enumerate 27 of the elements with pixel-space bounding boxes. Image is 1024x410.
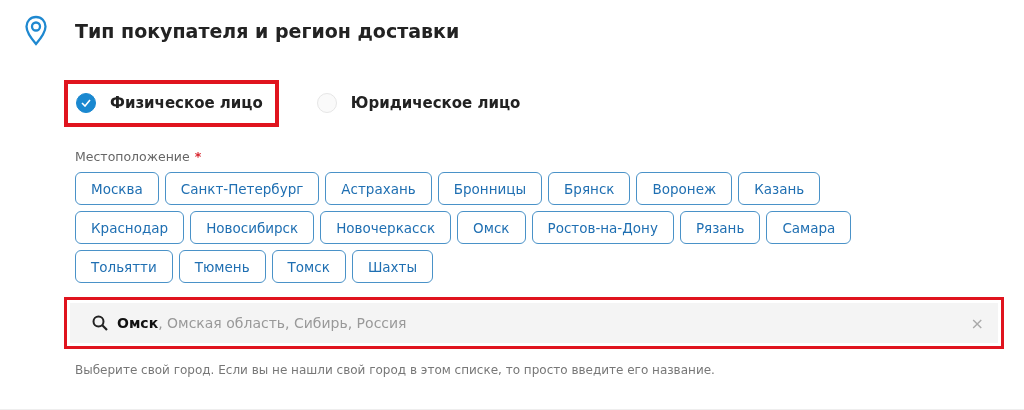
search-icon [92,315,108,331]
city-chip[interactable]: Воронеж [636,172,733,205]
radio-option[interactable]: Юридическое лицо [316,93,521,113]
location-pin-icon [24,15,48,47]
city-chip[interactable]: Казань [738,172,821,205]
hint-text: Выберите свой город. Если вы не нашли свой город в этом списке, то просто введите его название. [75,363,716,377]
section-title: Тип покупателя и регион доставки [75,20,460,42]
field-label: Местоположение [75,149,190,164]
required-mark: * [194,149,202,164]
city-chip[interactable]: Омск [457,211,526,244]
city-chip[interactable]: Новосибирск [190,211,315,244]
radio-option[interactable]: Физическое лицо [76,93,263,113]
city-chip[interactable]: Ростов-на-Дону [531,211,674,244]
city-chip[interactable]: Шахты [351,250,434,283]
city-chip[interactable]: Тюмень [178,250,266,283]
city-chip[interactable]: Рязань [679,211,761,244]
city-chip[interactable]: Краснодар [75,211,185,244]
city-chip[interactable]: Брянск [548,172,631,205]
city-chip[interactable]: Санкт-Петербург [164,172,320,205]
city-chip[interactable]: Новочеркасск [320,211,452,244]
search-field[interactable]: Омск, Омская область, Сибирь, Россия × [70,303,998,343]
city-chip[interactable]: Бронницы [437,172,543,205]
city-chip[interactable]: Астрахань [325,172,432,205]
city-chip[interactable]: Тольятти [75,250,173,283]
city-chip[interactable]: Самара [766,211,852,244]
city-chip[interactable]: Томск [271,250,346,283]
city-chip[interactable]: Москва [75,172,159,205]
